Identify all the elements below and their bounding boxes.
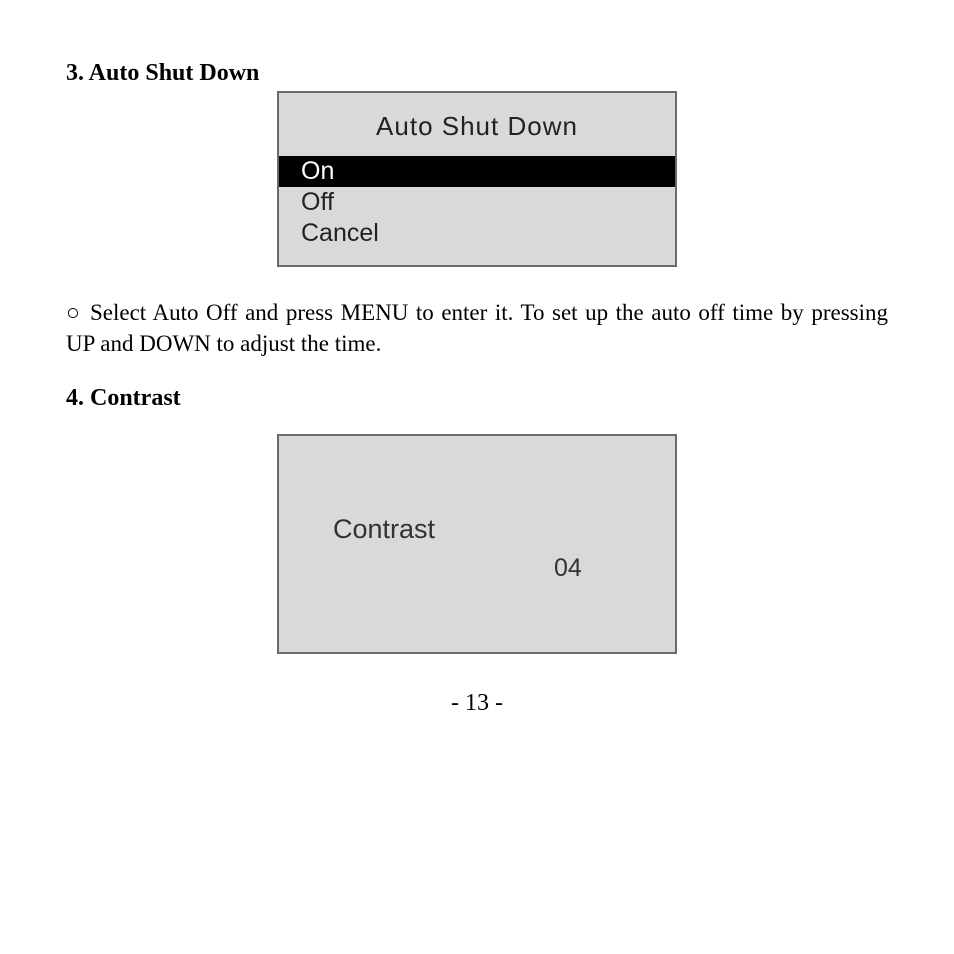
menu-item-off[interactable]: Off: [279, 187, 675, 218]
menu-item-cancel[interactable]: Cancel: [279, 218, 675, 249]
instruction-text: Select Auto Off and press MENU to enter …: [66, 300, 888, 356]
section-3-heading: 3. Auto Shut Down: [66, 60, 888, 87]
section-4-heading: 4. Contrast: [66, 385, 888, 412]
page-number: - 13 -: [66, 690, 888, 717]
section-3-instruction: ○Select Auto Off and press MENU to enter…: [66, 297, 888, 359]
contrast-value: 04: [554, 554, 582, 583]
menu-bottom-spacer: [279, 249, 675, 265]
contrast-label: Contrast: [333, 514, 435, 545]
auto-shut-down-menu: Auto Shut Down On Off Cancel: [277, 91, 677, 267]
contrast-panel: Contrast 04: [277, 434, 677, 654]
instruction-bullet-icon: ○: [66, 297, 90, 328]
menu-item-on[interactable]: On: [279, 156, 675, 187]
auto-shut-down-menu-title: Auto Shut Down: [279, 93, 675, 156]
